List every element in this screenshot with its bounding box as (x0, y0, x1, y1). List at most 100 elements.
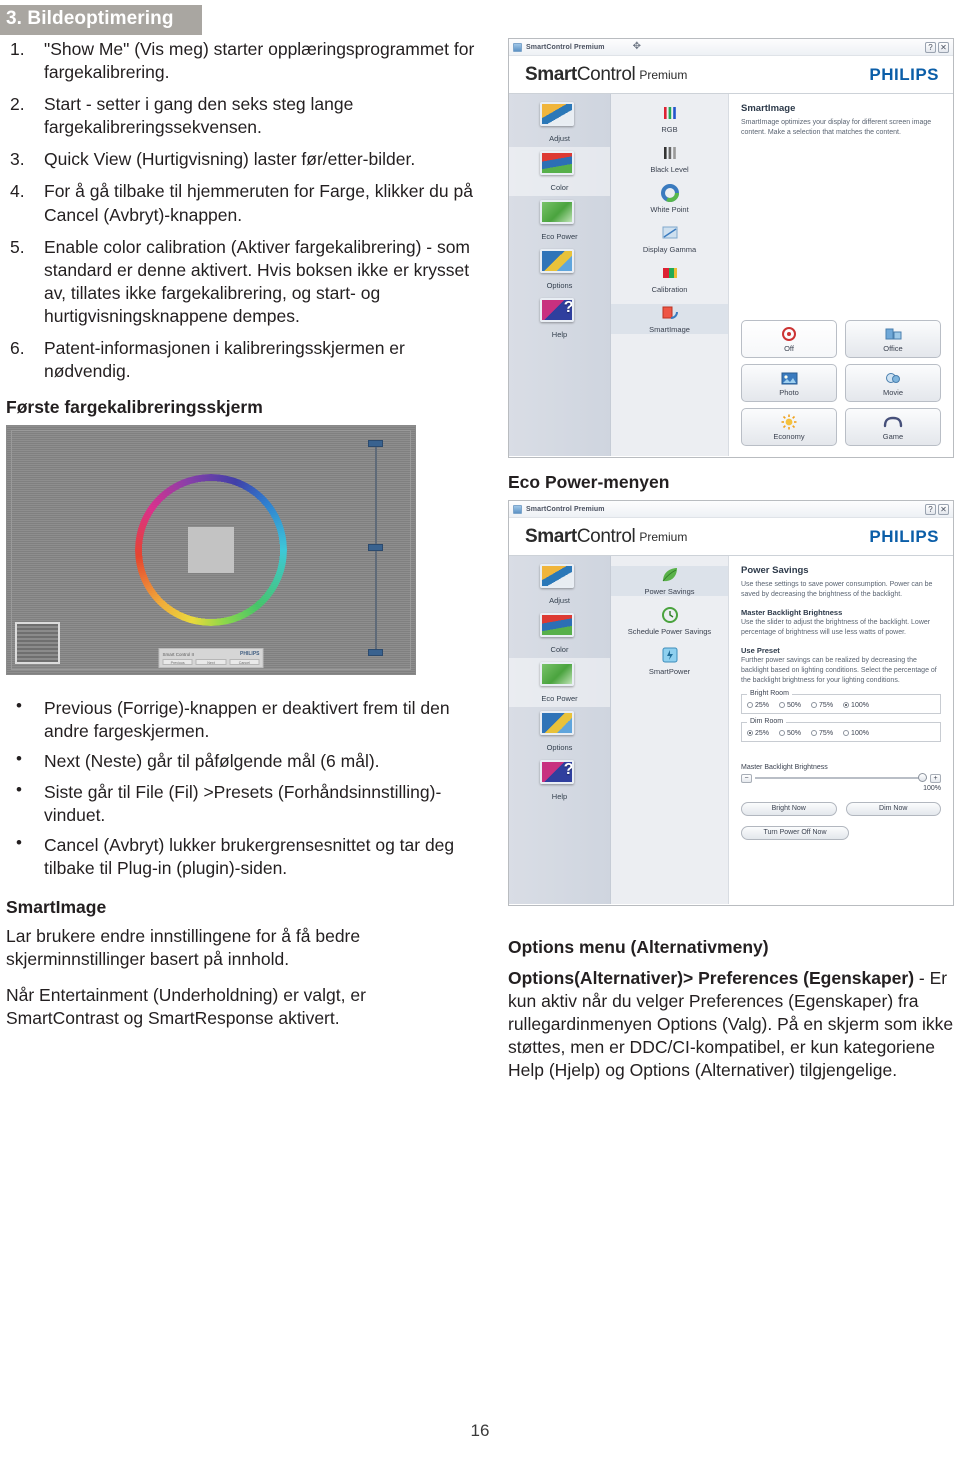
dim-room-radio-100[interactable]: 100% (843, 730, 869, 737)
center-gray-swatch (188, 527, 234, 574)
list-item: 6. Patent-informasjonen i kalibreringssk… (6, 337, 476, 383)
document-page: 3. Bildeoptimering 1. "Show Me" (Vis meg… (0, 0, 960, 1463)
nav-item-color[interactable]: Color (509, 609, 610, 658)
gamma-icon (660, 224, 680, 244)
window-titlebar: SmartControl Premium ? ✕ (509, 501, 953, 518)
subnav-item-black-level[interactable]: Black Level (611, 144, 728, 174)
list-item-text: Patent-informasjonen i kalibreringsskjer… (44, 338, 405, 382)
nav-item-label: Options (546, 281, 573, 290)
calibration-cancel-button[interactable]: Cancel (229, 659, 260, 666)
list-item-text: Next (Neste) går til påfølgende mål (6 m… (44, 751, 380, 772)
adjust-icon (538, 101, 582, 133)
subnav-item-rgb[interactable]: RGB (611, 104, 728, 134)
subnav-item-smartimage[interactable]: SmartImage (611, 304, 728, 334)
nav-item-adjust[interactable]: Adjust (509, 560, 610, 609)
bright-room-radio-50[interactable]: 50% (779, 702, 801, 709)
list-item-text: "Show Me" (Vis meg) starter opplæringspr… (44, 39, 475, 83)
nav-item-adjust[interactable]: Adjust (509, 98, 610, 147)
app-icon (513, 504, 522, 514)
brand-control-text: Control (576, 63, 636, 85)
question-mark-icon: ? (538, 759, 582, 791)
backlight-slider-knob[interactable] (918, 773, 927, 783)
list-item: 2. Start - setter i gang den seks steg l… (6, 93, 476, 139)
plus-icon[interactable]: + (930, 773, 941, 783)
nav-item-options[interactable]: Options (509, 245, 610, 294)
smartpower-icon (660, 646, 680, 666)
turn-power-off-now-button[interactable]: Turn Power Off Now (741, 825, 849, 840)
subnav-item-label: Power Savings (644, 587, 695, 596)
minus-icon[interactable]: − (741, 773, 752, 783)
options-menu-paragraph: Options(Alternativer)> Preferences (Egen… (508, 967, 954, 1082)
nav-item-help[interactable]: ? Help (509, 756, 610, 805)
preset-button-photo[interactable]: Photo (741, 364, 837, 402)
nav-item-help[interactable]: ? Help (509, 294, 610, 343)
list-item-text: For å gå tilbake til hjemmeruten for Far… (44, 181, 473, 225)
options-menu-heading: Options menu (Alternativmeny) (508, 937, 769, 957)
list-item-number: 6. (10, 338, 25, 359)
use-preset-text: Further power savings can be realized by… (741, 656, 937, 684)
first-color-calibration-screenshot: Smart Control II PHILIPS Previous Next C… (6, 425, 416, 676)
nav-item-color[interactable]: Color (509, 147, 610, 196)
smartcontrol-smartimage-window[interactable]: SmartControl Premium ✥ ? ✕ SmartControl … (508, 38, 954, 458)
smartimage-paragraph-2: Når Entertainment (Underholdning) er val… (6, 984, 366, 1028)
nav-item-options[interactable]: Options (509, 707, 610, 756)
primary-nav: Adjust Color Eco Power Options ? Help (509, 94, 611, 456)
calibration-previous-button[interactable]: Previous (162, 659, 193, 666)
bright-room-radio-25[interactable]: 25% (747, 702, 769, 709)
brand-smart-text: Smart (525, 63, 577, 85)
preset-button-office[interactable]: Office (845, 320, 941, 358)
subnav-item-smartpower[interactable]: SmartPower (611, 646, 728, 676)
subnav-item-label: Display Gamma (642, 245, 697, 254)
preset-button-off[interactable]: Off (741, 320, 837, 358)
backlight-slider-track[interactable] (755, 773, 927, 783)
dim-room-radio-25[interactable]: 25% (747, 730, 769, 737)
preset-button-game[interactable]: Game (845, 408, 941, 446)
subnav-item-white-point[interactable]: White Point (611, 184, 728, 214)
chapter-title-band: 3. Bildeoptimering (0, 5, 202, 35)
subnav-item-power-savings[interactable]: Power Savings (611, 566, 728, 596)
nav-item-eco-power[interactable]: Eco Power (509, 196, 610, 245)
list-item-number: 5. (10, 236, 25, 257)
move-handle-icon[interactable]: ✥ (633, 42, 641, 52)
dim-room-radio-row: 25% 50% 75% 100% (747, 730, 935, 737)
bullet-list: • Previous (Forrige)-knappen er deaktive… (6, 696, 476, 880)
dim-room-radio-75[interactable]: 75% (811, 730, 833, 737)
numbered-instruction-list: 1. "Show Me" (Vis meg) starter opplæring… (6, 38, 476, 383)
secondary-nav: Power Savings Schedule Power Savings Sma… (611, 556, 729, 904)
eco-power-menu-caption: Eco Power-menyen (508, 472, 670, 492)
preset-button-movie[interactable]: Movie (845, 364, 941, 402)
movie-icon (885, 369, 902, 387)
dim-now-button[interactable]: Dim Now (845, 801, 941, 816)
smartcontrol-ecopower-window[interactable]: SmartControl Premium ? ✕ SmartControl Pr… (508, 500, 954, 906)
close-icon[interactable]: ✕ (938, 41, 949, 53)
calibration-next-button[interactable]: Next (195, 659, 227, 666)
color-icon (538, 150, 582, 182)
bright-room-radio-75[interactable]: 75% (811, 702, 833, 709)
preset-button-economy[interactable]: Economy (741, 408, 837, 446)
close-icon[interactable]: ✕ (938, 503, 949, 515)
subnav-item-display-gamma[interactable]: Display Gamma (611, 224, 728, 254)
radio-label: 50% (787, 729, 802, 737)
preset-label: Game (882, 432, 904, 441)
dim-room-fieldset: Dim Room 25% 50% 75% 100% (741, 717, 941, 742)
window-body: Adjust Color Eco Power Options (509, 556, 953, 904)
nav-item-label: Eco Power (541, 232, 578, 241)
subnav-item-calibration[interactable]: Calibration (611, 264, 728, 294)
smartimage-heading: SmartImage (6, 896, 107, 917)
brand-control-text: Control (576, 525, 636, 547)
bright-now-button[interactable]: Bright Now (741, 801, 837, 816)
gamepad-icon (883, 413, 903, 431)
gear-icon (538, 248, 582, 280)
help-icon[interactable]: ? (925, 503, 936, 515)
nav-item-label: Options (546, 743, 573, 752)
sun-icon (781, 413, 797, 431)
radio-label: 25% (755, 701, 770, 709)
dim-room-radio-50[interactable]: 50% (779, 730, 801, 737)
brand-smart-text: Smart (525, 525, 577, 547)
help-icon[interactable]: ? (925, 41, 936, 53)
nav-item-label: Adjust (549, 596, 570, 605)
list-item-number: 4. (10, 181, 25, 202)
subnav-item-schedule-power-savings[interactable]: Schedule Power Savings (611, 606, 728, 636)
nav-item-eco-power[interactable]: Eco Power (509, 658, 610, 707)
bright-room-radio-100[interactable]: 100% (843, 702, 869, 709)
